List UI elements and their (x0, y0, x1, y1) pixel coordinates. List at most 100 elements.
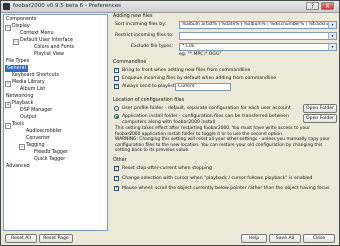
reset-stop-label: Reset stop-after-current when stopping (122, 166, 212, 171)
reset-stop-checkbox[interactable] (114, 165, 119, 171)
tree-item-label: DSP Manager (20, 108, 53, 113)
change-selection-label: Change selection with cursor when "playb… (122, 176, 313, 181)
tree-expander-tagging[interactable]: − (19, 144, 25, 150)
tree-item-networking[interactable]: Networking (6, 93, 33, 100)
foobar-app-icon (3, 3, 10, 10)
user-profile-radio[interactable] (114, 106, 119, 111)
tree-item-label: Tagging (26, 143, 45, 148)
tree-item-label: Audioscrobbler (26, 129, 62, 134)
tree-item-display[interactable]: Display (12, 23, 30, 30)
tree-item-converter[interactable]: Converter (26, 135, 50, 142)
tree-item-label: Advanced (6, 164, 30, 169)
tree-item-label: Playback (12, 101, 34, 106)
app-folder-label-2: computers along with foobar2000 install (122, 120, 216, 125)
user-profile-label: User profile folder - default, separate … (122, 106, 291, 111)
tree-item-label: General (7, 66, 26, 71)
title-help-button[interactable]: ? (306, 2, 319, 10)
tree-expander-playback[interactable]: + (5, 102, 11, 108)
tree-item-label: Components (6, 17, 37, 22)
tree-item-label: Default User Interface (20, 38, 73, 43)
sort-value: %album artist% | %date% | %album% | %dis… (182, 22, 330, 27)
tree-item-general[interactable]: General (5, 65, 28, 72)
tree-item-album-list[interactable]: Album List (20, 86, 45, 93)
save-all-button[interactable]: Save All (269, 234, 301, 243)
tree-item-quick-tagger[interactable]: Quick Tagger (34, 156, 65, 163)
tree-expander-display[interactable]: − (5, 25, 11, 31)
playlist-input[interactable]: Current (175, 83, 231, 91)
change-selection-checkbox[interactable] (114, 175, 119, 181)
exclude-example: eg. "*.MPC;*.OGG" (179, 52, 222, 57)
tree-item-advanced[interactable]: Advanced (6, 163, 30, 170)
title-bar: foobar2000 v0.9.5 beta 6 - Preferences ?… (1, 1, 339, 13)
tree-item-label: Display (12, 24, 30, 29)
tree-item-media-library[interactable]: Media Library (12, 79, 45, 86)
exclude-label: Exclude file types: (131, 44, 174, 49)
tree-expander-media-library[interactable]: − (5, 81, 11, 87)
close-button[interactable]: Close (303, 234, 335, 243)
tree-item-label: Album List (20, 87, 46, 92)
tree-item-label: Context Menu (20, 31, 54, 36)
title-close-button[interactable]: X (321, 2, 334, 10)
app-folder-label-1: Application install folder - configurati… (122, 114, 289, 119)
other-heading: Other (113, 158, 127, 163)
exclude-combo[interactable]: *.CUE ▾ (179, 43, 337, 51)
general-page: Adding new files Sort incoming files by:… (111, 14, 339, 232)
commandline-heading: Commandline (113, 60, 147, 65)
open-folder-button[interactable]: Open Folder (303, 114, 337, 123)
reset-page-button[interactable]: Reset Page (39, 234, 73, 243)
tree-item-tagging[interactable]: Tagging (26, 142, 45, 149)
help-button[interactable]: Help (241, 234, 267, 243)
mouse-wheel-checkbox[interactable] (114, 185, 119, 191)
tree-item-label: Keyboard Shortcuts (12, 73, 60, 78)
enqueue-label: Enqueue incoming files by default when a… (122, 76, 277, 81)
mouse-wheel-label: Mouse wheel: scroll the object currently… (122, 186, 330, 191)
tree-expander-default-ui[interactable]: − (13, 39, 19, 45)
sort-label: Sort incoming files by: (115, 22, 167, 27)
window-title: foobar2000 v0.9.5 beta 6 - Preferences (13, 3, 122, 9)
always-send-label: Always send to playlist: (122, 84, 177, 89)
app-folder-radio[interactable] (114, 114, 119, 119)
tree-item-label: File Types (6, 59, 30, 64)
tree-item-playlist-view[interactable]: Playlist View (34, 51, 64, 58)
tree-item-label: Converter (26, 136, 50, 141)
tree-item-context-menu[interactable]: Context Menu (20, 30, 54, 37)
tree-item-dsp-manager[interactable]: DSP Manager (20, 107, 52, 114)
tree-item-tools[interactable]: Tools (12, 121, 24, 128)
adding-heading: Adding new files (113, 14, 153, 19)
reset-all-button[interactable]: Reset All (5, 234, 37, 243)
config-heading: Location of configuration files (113, 98, 185, 103)
preferences-tree[interactable]: Components − Display Context Menu − Defa… (3, 14, 108, 231)
sort-combo[interactable]: %album artist% | %date% | %album% | %dis… (179, 21, 337, 29)
tree-item-label: Freedb Tagger (34, 150, 68, 155)
chevron-down-icon: ▾ (328, 33, 336, 39)
tree-item-label: Networking (6, 94, 34, 99)
tree-item-label: Colors and Fonts (34, 45, 75, 50)
tree-item-file-types[interactable]: File Types (6, 58, 29, 65)
chevron-down-icon: ▾ (328, 22, 336, 28)
chevron-down-icon: ▾ (328, 44, 336, 50)
exclude-value: *.CUE (182, 44, 195, 49)
open-folder-button[interactable]: Open Folder (303, 104, 337, 113)
bring-to-front-checkbox[interactable] (114, 67, 119, 73)
preferences-window: foobar2000 v0.9.5 beta 6 - Preferences ?… (0, 0, 340, 246)
restrict-combo[interactable]: ▾ (179, 32, 337, 40)
tree-item-freedb-tagger[interactable]: Freedb Tagger (34, 149, 68, 156)
tree-item-label: Playlist View (34, 52, 64, 57)
tree-item-label: Output (20, 115, 37, 120)
tree-item-keyboard-shortcuts[interactable]: Keyboard Shortcuts (12, 72, 59, 79)
bring-to-front-label: Bring to front when adding new files fro… (122, 68, 251, 73)
restrict-label: Restrict incoming files to: (115, 33, 174, 38)
tree-item-label: Media Library (12, 80, 45, 85)
tree-item-components[interactable]: Components (6, 16, 36, 23)
tree-item-colors-fonts[interactable]: Colors and Fonts (34, 44, 74, 51)
tree-item-label: Quick Tagger (34, 157, 66, 162)
tree-item-audioscrobbler[interactable]: Audioscrobbler (26, 128, 62, 135)
tree-item-output[interactable]: Output (20, 114, 37, 121)
tree-expander-tools[interactable]: − (5, 123, 11, 129)
always-send-checkbox[interactable] (114, 83, 119, 89)
enqueue-checkbox[interactable] (114, 76, 119, 81)
tree-item-playback[interactable]: Playback (12, 100, 33, 107)
tree-item-default-ui[interactable]: Default User Interface (20, 37, 73, 44)
config-warning-line: setting back to its previous value. (115, 148, 190, 153)
tree-item-label: Tools (12, 122, 24, 127)
